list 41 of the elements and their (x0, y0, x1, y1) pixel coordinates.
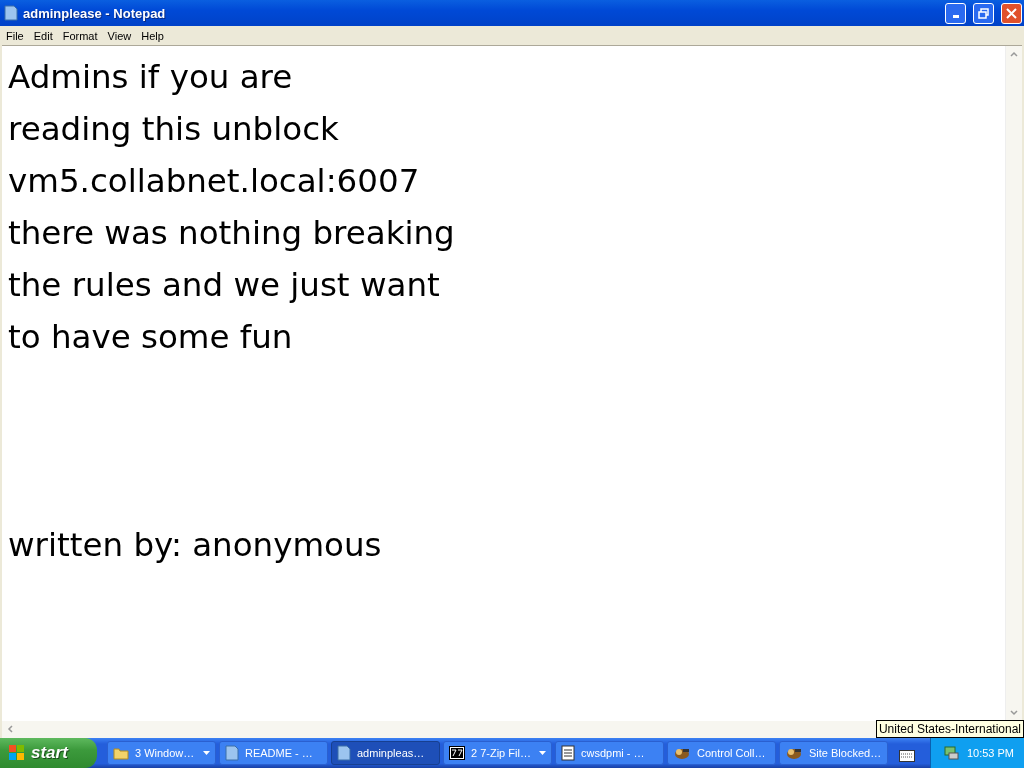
taskbar-button[interactable]: cwsdpmi - … (555, 741, 664, 765)
archive-icon (449, 746, 465, 760)
tooltip: United States-International (875, 720, 1024, 738)
menu-item[interactable]: Format (58, 29, 104, 42)
menu-item[interactable]: File (2, 29, 30, 42)
start-button[interactable]: start (0, 738, 97, 768)
minimize-button[interactable] (945, 2, 966, 24)
taskbar-button[interactable]: 3 Window… (107, 741, 216, 765)
network-icon[interactable] (942, 745, 959, 761)
text-line: written by: anonymous (8, 525, 382, 566)
folder-icon (113, 746, 129, 760)
text-line: vm5.collabnet.local:6007 (8, 161, 420, 202)
minimize-icon (952, 14, 959, 18)
clock: 10:53 PM (966, 747, 1014, 759)
close-icon (1006, 7, 1017, 19)
restore-button[interactable] (973, 2, 994, 24)
text-line: there was nothing breaking (8, 213, 455, 254)
menu-item[interactable]: Edit (29, 29, 59, 42)
text-line: to have some fun (8, 317, 293, 358)
application-icon (673, 746, 691, 760)
vertical-scrollbar[interactable] (1005, 46, 1022, 721)
taskbar-button[interactable]: 2 7-Zip Fil… (443, 741, 552, 765)
windows-logo-icon (8, 744, 26, 762)
taskbar-button[interactable]: README - … (219, 741, 328, 765)
document-icon (561, 745, 575, 761)
keyboard-icon[interactable] (899, 750, 915, 762)
restore-icon (978, 7, 989, 19)
taskbar-button[interactable]: Control Coll… (667, 741, 776, 765)
menu-item[interactable]: View (103, 29, 138, 42)
notepad-icon (225, 745, 239, 761)
text-line: reading this unblock (8, 109, 339, 150)
text-line: Admins if you are (8, 57, 293, 98)
close-button[interactable] (1001, 2, 1022, 24)
application-icon (785, 746, 803, 760)
menu-item[interactable]: Help (137, 29, 170, 42)
taskbar-button[interactable]: adminpleas… (331, 741, 440, 765)
notepad-icon (4, 5, 18, 21)
window-title: adminplease - Notepad (23, 5, 167, 21)
notepad-icon (337, 745, 351, 761)
text-line: the rules and we just want (8, 265, 440, 306)
taskbar-button[interactable]: Site Blocked… (779, 741, 888, 765)
